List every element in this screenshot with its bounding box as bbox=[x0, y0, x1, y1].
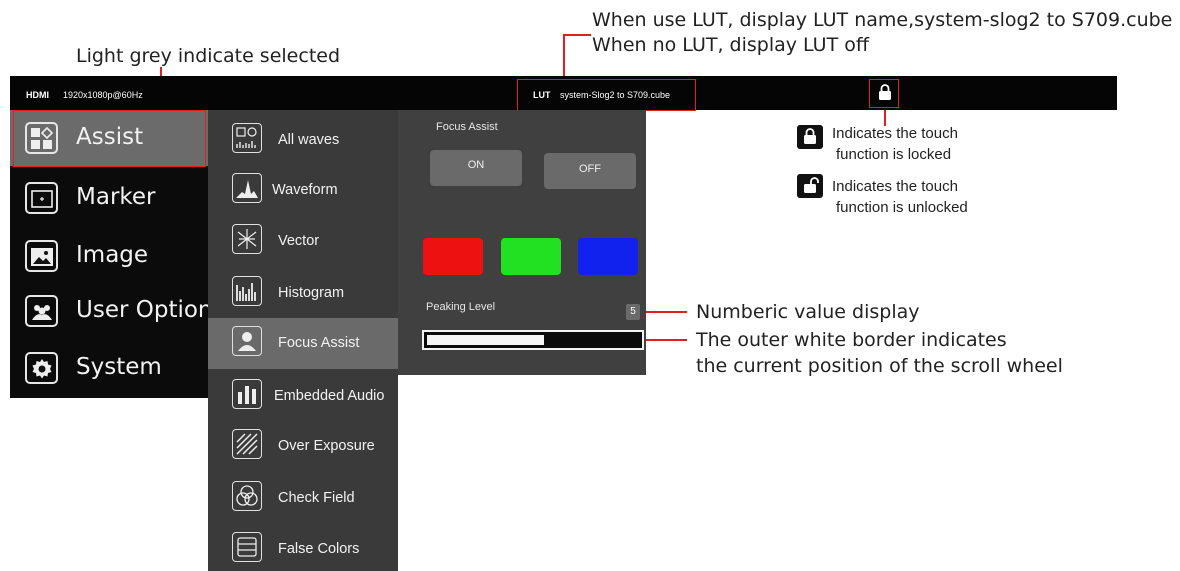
sub-item-waveform[interactable]: Waveform bbox=[208, 165, 398, 215]
peaking-color-green[interactable] bbox=[501, 238, 561, 275]
sub-item-label: All waves bbox=[278, 132, 340, 148]
value-note: Numberic value display bbox=[696, 301, 920, 323]
main-item-user-option[interactable]: User Option bbox=[10, 283, 213, 339]
over-exposure-icon bbox=[232, 429, 262, 459]
sub-item-embedded-audio[interactable]: Embedded Audio bbox=[208, 371, 398, 421]
locked-legend-icon bbox=[797, 125, 823, 149]
main-item-label: System bbox=[76, 354, 162, 380]
unlocked-legend-icon bbox=[797, 174, 823, 198]
selected-highlight-box bbox=[13, 110, 206, 167]
waveform-icon bbox=[232, 173, 262, 203]
audio-icon bbox=[232, 379, 262, 409]
unlocked-desc-line1: Indicates the touch bbox=[832, 178, 958, 195]
main-item-system[interactable]: System bbox=[10, 340, 208, 396]
selected-note: Light grey indicate selected bbox=[76, 45, 341, 67]
wheel-callout bbox=[645, 339, 687, 341]
lut-callout-horizontal bbox=[563, 34, 591, 36]
sub-item-false-colors[interactable]: False Colors bbox=[208, 524, 398, 571]
sub-item-label: Vector bbox=[278, 233, 320, 249]
sub-item-label: False Colors bbox=[278, 541, 360, 557]
lock-callout-vertical bbox=[884, 108, 886, 126]
peaking-level-slider[interactable] bbox=[422, 330, 644, 350]
main-item-image[interactable]: Image bbox=[10, 228, 208, 284]
assist-submenu: All waves Waveform Vector Histogram Focu… bbox=[208, 110, 398, 571]
focus-assist-on-button[interactable]: ON bbox=[430, 150, 522, 186]
wheel-note-line2: the current position of the scroll wheel bbox=[696, 355, 1063, 377]
main-item-label: Image bbox=[76, 242, 149, 268]
input-label: HDMI bbox=[26, 90, 49, 100]
peaking-color-red[interactable] bbox=[423, 238, 483, 275]
all-waves-icon bbox=[232, 123, 262, 153]
sub-item-label: Waveform bbox=[272, 182, 338, 198]
main-item-label: User Option bbox=[76, 297, 213, 323]
panel-title: Focus Assist bbox=[436, 121, 498, 133]
sub-item-label: Embedded Audio bbox=[274, 388, 385, 404]
lut-note-line1: When use LUT, display LUT name,system-sl… bbox=[592, 9, 1173, 31]
focus-assist-icon bbox=[232, 326, 262, 356]
peaking-color-blue[interactable] bbox=[578, 238, 638, 275]
peaking-level-label: Peaking Level bbox=[426, 301, 496, 313]
sub-item-vector[interactable]: Vector bbox=[208, 216, 398, 266]
peaking-level-fill bbox=[427, 335, 544, 345]
input-resolution: 1920x1080p@60Hz bbox=[63, 90, 143, 100]
focus-assist-off-button[interactable]: OFF bbox=[544, 153, 636, 189]
gear-icon bbox=[25, 352, 58, 384]
main-item-label: Marker bbox=[76, 184, 156, 210]
histogram-icon bbox=[232, 276, 262, 306]
locked-desc-line2: function is locked bbox=[836, 146, 952, 163]
sub-item-label: Over Exposure bbox=[278, 438, 375, 454]
sub-item-label: Focus Assist bbox=[278, 335, 360, 351]
locked-desc-line1: Indicates the touch bbox=[832, 125, 958, 142]
wheel-note-line1: The outer white border indicates bbox=[696, 329, 1007, 351]
vector-icon bbox=[232, 224, 262, 254]
user-option-icon bbox=[25, 295, 58, 327]
check-field-icon bbox=[232, 481, 262, 511]
sub-item-histogram[interactable]: Histogram bbox=[208, 268, 398, 318]
lut-note-line2: When no LUT, display LUT off bbox=[592, 34, 869, 56]
value-callout bbox=[645, 311, 687, 313]
image-icon bbox=[25, 240, 58, 272]
peaking-level-value: 5 bbox=[626, 304, 640, 320]
sub-item-over-exposure[interactable]: Over Exposure bbox=[208, 421, 398, 471]
focus-assist-panel: Focus Assist ON OFF Peaking Level 5 bbox=[398, 110, 646, 375]
false-colors-icon bbox=[232, 532, 262, 562]
sub-item-check-field[interactable]: Check Field bbox=[208, 473, 398, 523]
lut-highlight-box bbox=[517, 79, 696, 111]
lock-highlight-box bbox=[869, 79, 899, 108]
unlocked-desc-line2: function is unlocked bbox=[836, 199, 968, 216]
sub-item-label: Histogram bbox=[278, 285, 345, 301]
sub-item-all-waves[interactable]: All waves bbox=[208, 115, 398, 165]
sub-item-label: Check Field bbox=[278, 490, 355, 506]
main-item-marker[interactable]: Marker bbox=[10, 170, 208, 226]
sub-item-focus-assist[interactable]: Focus Assist bbox=[208, 318, 398, 369]
marker-icon bbox=[25, 182, 58, 214]
